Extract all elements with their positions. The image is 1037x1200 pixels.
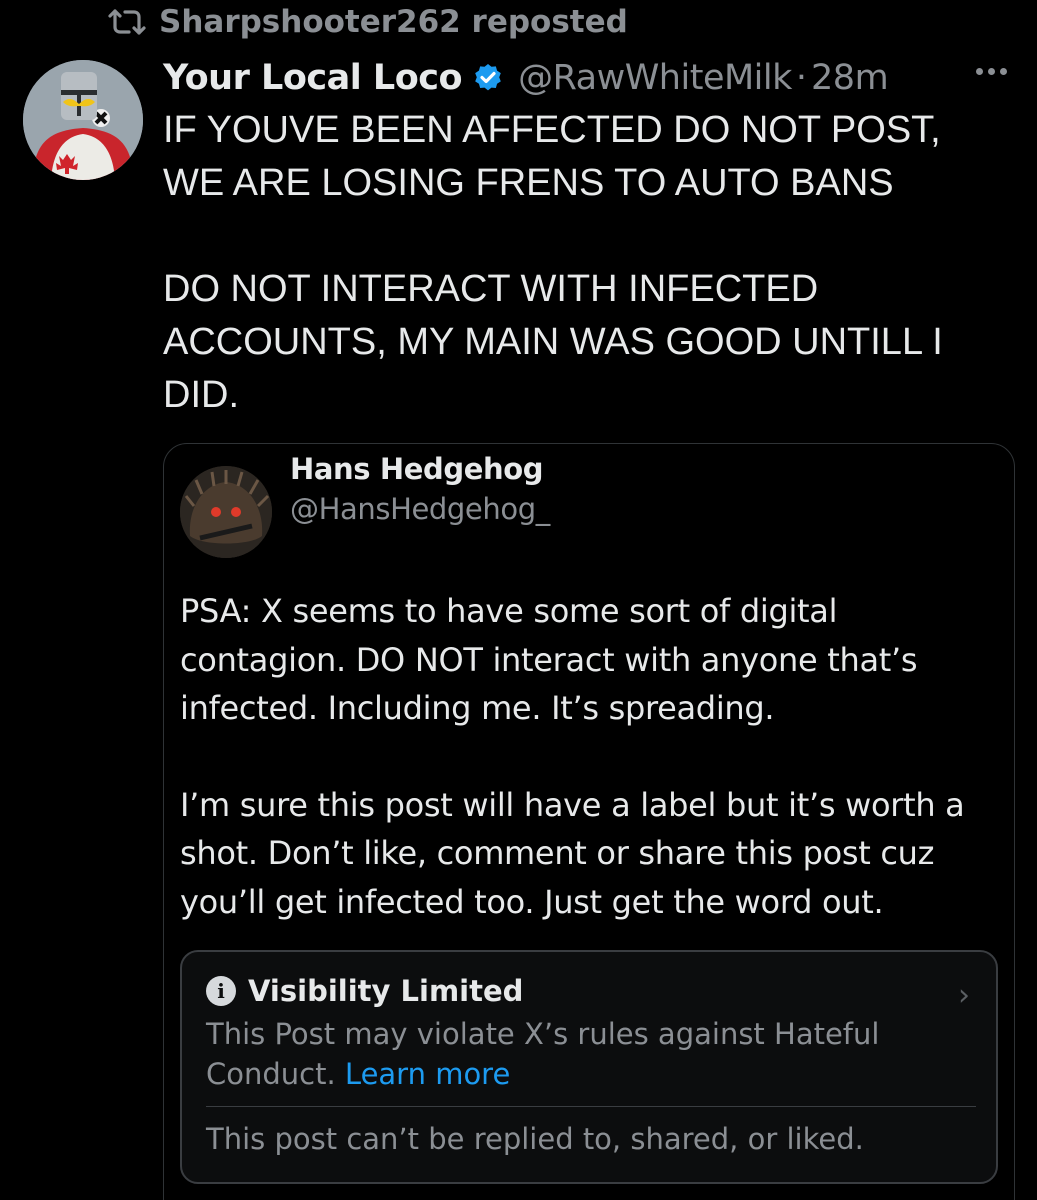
notice-title-text: Visibility Limited xyxy=(248,974,524,1008)
quoted-line: I’m sure this post will have a label but… xyxy=(180,785,965,824)
quoted-line: you’ll get infected too. Just get the wo… xyxy=(180,882,884,921)
author-avatar[interactable] xyxy=(23,60,143,180)
separator-dot: · xyxy=(795,58,808,98)
visibility-notice[interactable]: i Visibility Limited › This Post may vio… xyxy=(180,950,998,1184)
notice-line-2: Conduct. xyxy=(206,1057,345,1091)
tweet-line: WE ARE LOSING FRENS TO AUTO BANS xyxy=(163,162,894,204)
quoted-author-handle[interactable]: @HansHedgehog_ xyxy=(290,492,550,526)
notice-description: This Post may violate X’s rules against … xyxy=(206,1014,906,1094)
author-handle[interactable]: @RawWhiteMilk xyxy=(518,58,792,98)
more-options-icon[interactable] xyxy=(976,68,1007,75)
repost-context[interactable]: Sharpshooter262 reposted xyxy=(107,2,628,42)
verified-badge-icon[interactable] xyxy=(472,62,504,94)
tweet-line: DID. xyxy=(163,374,239,416)
learn-more-link[interactable]: Learn more xyxy=(345,1057,510,1091)
tweet-line: IF YOUVE BEEN AFFECTED DO NOT POST, xyxy=(163,109,941,151)
quoted-line: contagion. DO NOT interact with anyone t… xyxy=(180,640,918,679)
timeline: Sharpshooter262 reposted Your Local Loco xyxy=(0,0,1037,1200)
quoted-line: PSA: X seems to have some sort of digita… xyxy=(180,592,838,630)
tweet-line: ACCOUNTS, MY MAIN WAS GOOD UNTILL I xyxy=(163,321,943,363)
author-name[interactable]: Your Local Loco xyxy=(163,58,463,98)
quoted-author-avatar[interactable] xyxy=(180,466,272,558)
chevron-right-icon[interactable]: › xyxy=(958,978,970,1013)
quoted-tweet[interactable]: Hans Hedgehog @HansHedgehog_ PSA: X seem… xyxy=(163,443,1015,1200)
tweet-header: Your Local Loco @RawWhiteMilk · 28m xyxy=(163,52,889,104)
timestamp[interactable]: 28m xyxy=(811,58,889,98)
quoted-line: shot. Don’t like, comment or share this … xyxy=(180,834,935,872)
quoted-author-name[interactable]: Hans Hedgehog xyxy=(290,452,544,486)
quoted-line: infected. Including me. It’s spreading. xyxy=(180,689,775,727)
info-icon: i xyxy=(206,976,236,1006)
notice-line-1: This Post may violate X’s rules against … xyxy=(206,1017,880,1051)
tweet-text: IF YOUVE BEEN AFFECTED DO NOT POST, WE A… xyxy=(163,104,1023,422)
repost-label[interactable]: Sharpshooter262 reposted xyxy=(159,4,628,40)
quoted-tweet-text: PSA: X seems to have some sort of digita… xyxy=(180,587,1000,926)
notice-footer: This post can’t be replied to, shared, o… xyxy=(206,1122,864,1156)
divider xyxy=(206,1106,976,1107)
notice-title: i Visibility Limited xyxy=(206,974,523,1008)
repost-icon xyxy=(108,9,146,35)
tweet-line: DO NOT INTERACT WITH INFECTED xyxy=(163,268,819,310)
